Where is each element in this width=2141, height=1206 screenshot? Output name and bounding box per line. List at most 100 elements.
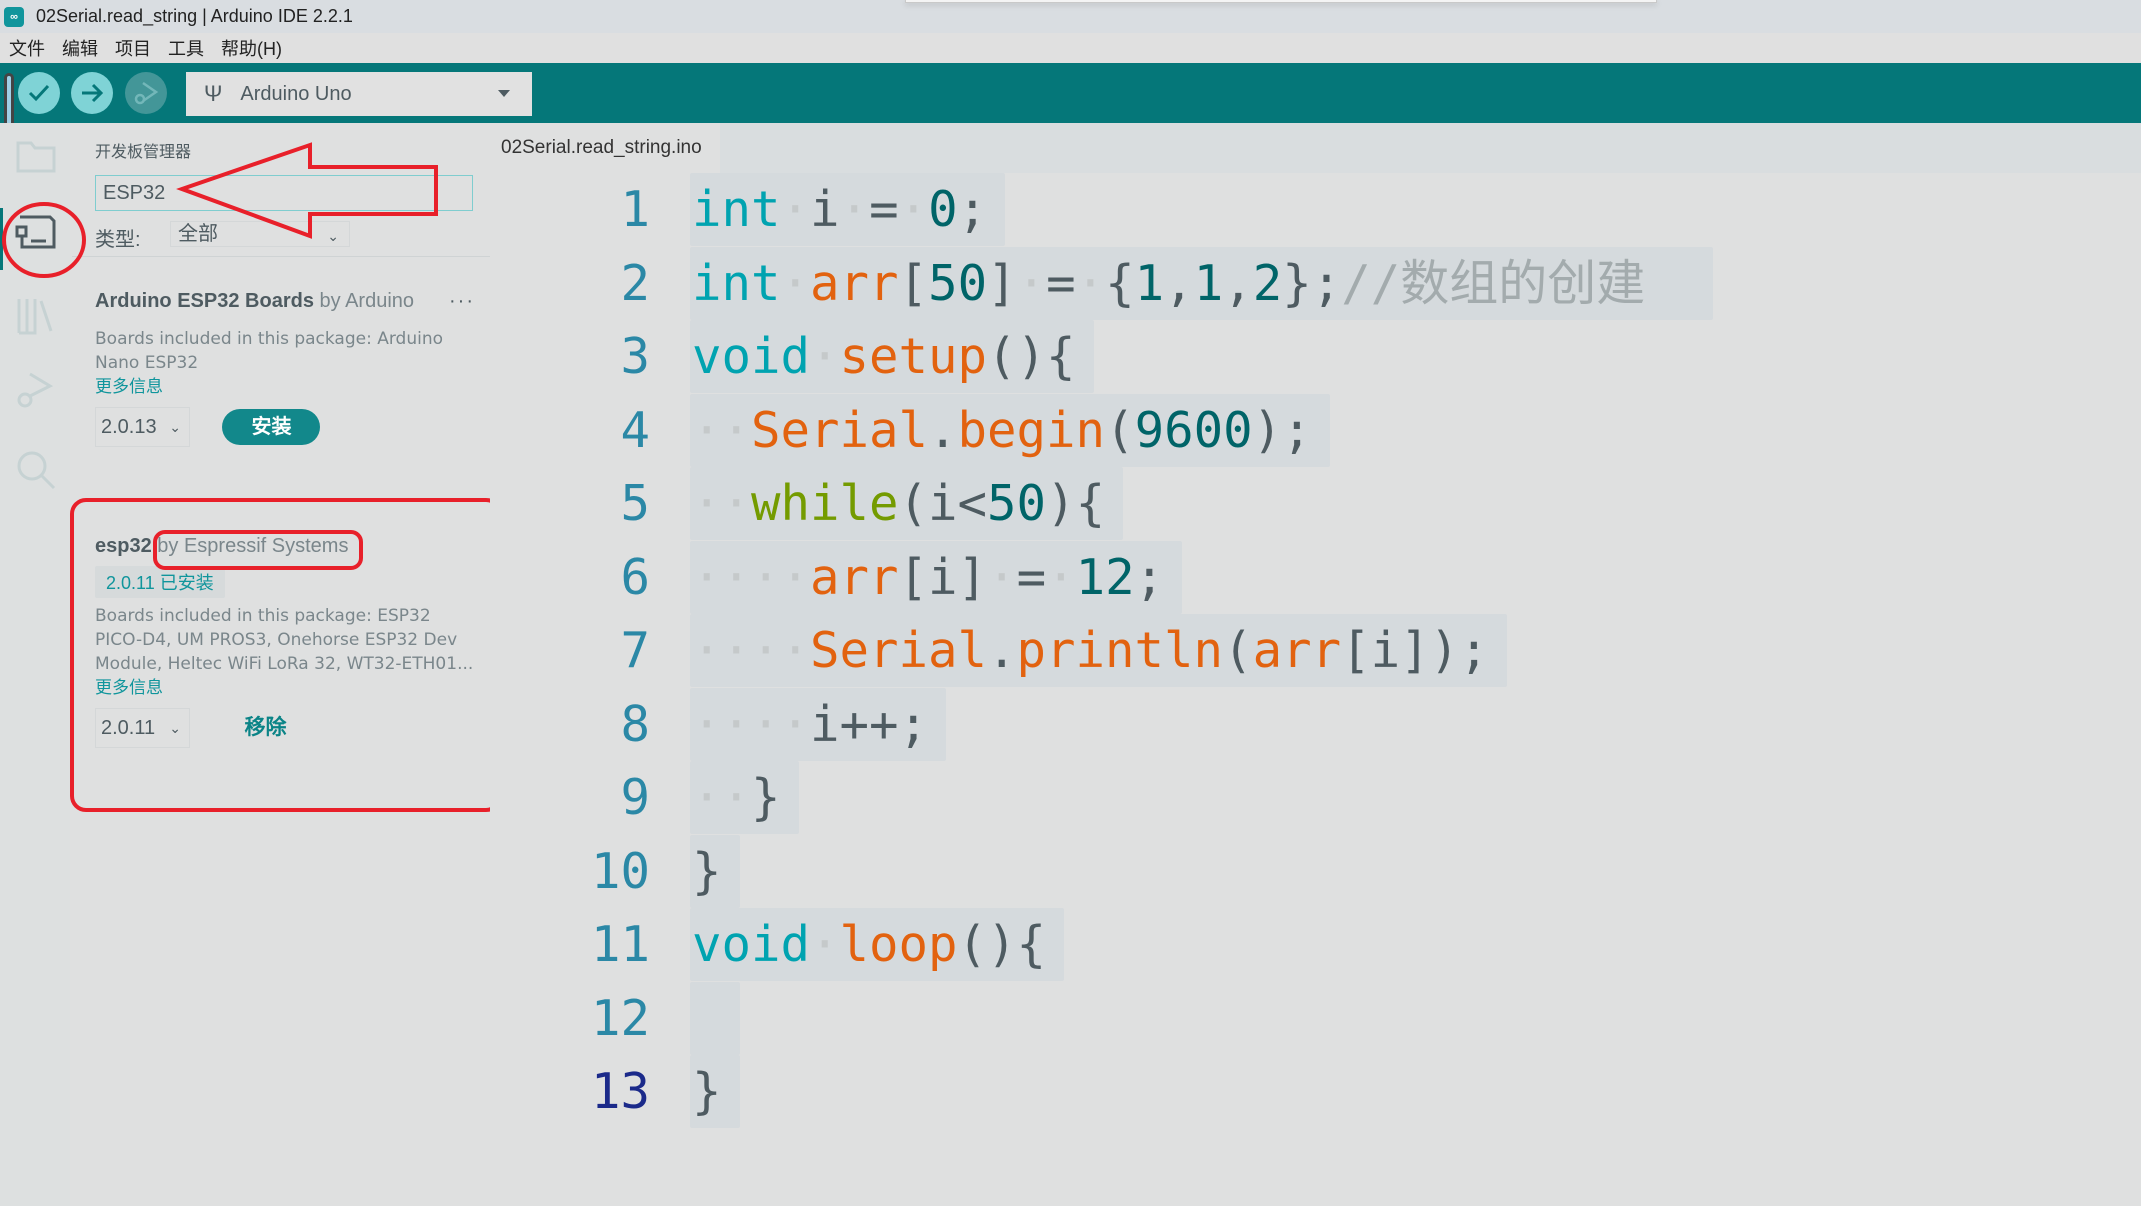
code-token-ws: · bbox=[839, 181, 870, 238]
code-token-ctrl: while bbox=[751, 475, 899, 532]
annotation-box-author bbox=[153, 530, 363, 570]
code-token-kw: int bbox=[692, 181, 781, 238]
code-text: ····i++; bbox=[692, 688, 928, 761]
code-token-op: }; bbox=[1282, 254, 1342, 312]
code-token-num: 12 bbox=[1075, 548, 1135, 606]
line-highlight bbox=[690, 981, 740, 1055]
code-token-ws: · bbox=[1046, 548, 1076, 606]
line-number: 9 bbox=[620, 769, 650, 826]
code-token-num: 1 bbox=[1134, 254, 1165, 312]
code-token-op: (i< bbox=[898, 475, 988, 532]
code-token-op: ( bbox=[1223, 622, 1253, 679]
code-token-op: = bbox=[1046, 254, 1076, 312]
code-token-ws: · bbox=[1016, 254, 1047, 312]
code-token-num: 0 bbox=[928, 181, 958, 238]
code-token-fn: arr bbox=[1252, 622, 1342, 679]
code-line[interactable]: 2 int·arr[50]·=·{1,1,2};//数组的创建 bbox=[490, 246, 2141, 320]
code-token-op: . bbox=[987, 622, 1017, 679]
code-token-kw: void bbox=[692, 916, 811, 973]
line-number: 3 bbox=[620, 328, 650, 385]
annotation-box-package bbox=[70, 498, 502, 812]
annotation-arrow bbox=[176, 142, 438, 239]
code-line[interactable]: 3 void·setup(){ bbox=[490, 320, 2141, 393]
code-token-ws: · bbox=[780, 181, 811, 238]
code-token-op: , bbox=[1164, 254, 1194, 312]
code-text: void·loop(){ bbox=[692, 908, 1046, 981]
code-text: ··} bbox=[692, 761, 781, 834]
line-number: 2 bbox=[620, 254, 650, 312]
code-token-op: ( bbox=[1105, 401, 1135, 459]
code-token-op: = bbox=[869, 181, 899, 238]
code-token-ws: ·· bbox=[692, 475, 752, 532]
code-token-fn: Serial bbox=[751, 401, 929, 459]
line-number: 11 bbox=[590, 916, 650, 973]
code-token-num: 2 bbox=[1252, 254, 1283, 312]
code-token-op: i bbox=[810, 181, 840, 238]
code-token-ws: · bbox=[987, 548, 1017, 606]
code-token-ws: · bbox=[780, 254, 811, 312]
code-line[interactable]: 13} bbox=[490, 1055, 2141, 1128]
line-number: 10 bbox=[590, 842, 650, 900]
code-token-ws: ·· bbox=[692, 769, 752, 826]
code-text: ··while(i<50){ bbox=[692, 467, 1105, 540]
code-token-fn: arr bbox=[810, 548, 899, 606]
code-token-op: (){ bbox=[957, 916, 1047, 973]
code-token-op: } bbox=[751, 769, 781, 826]
code-token-ws: · bbox=[810, 328, 840, 385]
code-line[interactable]: 6 ····arr[i]·=·12; bbox=[490, 540, 2141, 614]
code-token-op: { bbox=[1105, 254, 1135, 312]
code-token-op: [i]); bbox=[1341, 622, 1489, 679]
code-text: ····Serial.println(arr[i]); bbox=[692, 614, 1489, 687]
line-number: 8 bbox=[620, 695, 650, 753]
code-line[interactable]: 11 void·loop(){ bbox=[490, 908, 2141, 981]
code-text: ··Serial.begin(9600); bbox=[692, 394, 1312, 467]
code-token-cmt: //数组的创建 bbox=[1341, 254, 1646, 312]
code-token-op: = bbox=[1016, 548, 1047, 606]
code-token-op: ; bbox=[1134, 548, 1165, 606]
code-text: int·i·=·0; bbox=[692, 173, 987, 246]
code-text: } bbox=[692, 1055, 722, 1128]
code-line[interactable]: 5 ··while(i<50){ bbox=[490, 467, 2141, 540]
code-token-fn: setup bbox=[839, 328, 988, 385]
code-token-op: } bbox=[692, 842, 722, 900]
code-token-kw: int bbox=[692, 254, 781, 312]
code-line[interactable]: 8 ····i++; bbox=[490, 687, 2141, 761]
annotation-circle bbox=[2, 202, 86, 278]
code-token-num: 50 bbox=[928, 254, 988, 312]
tab-sketch[interactable]: 02Serial.read_string.ino bbox=[490, 123, 720, 173]
line-number: 12 bbox=[590, 989, 650, 1047]
code-text: int·arr[50]·=·{1,1,2};//数组的创建 bbox=[692, 247, 1645, 320]
code-line[interactable]: 1 int·i·=·0; bbox=[490, 173, 2141, 246]
code-token-op: i++; bbox=[810, 695, 929, 753]
code-token-ws: · bbox=[810, 916, 840, 973]
code-token-ws: · bbox=[1075, 254, 1106, 312]
code-token-op: } bbox=[692, 1063, 722, 1120]
code-text: } bbox=[692, 835, 722, 908]
code-text: ····arr[i]·=·12; bbox=[692, 541, 1164, 614]
code-area[interactable]: 1 int·i·=·0; 2 int·arr[50]·=·{1,1,2};//数组的创… bbox=[490, 173, 2141, 1206]
code-token-op: [i] bbox=[898, 548, 988, 606]
line-number: 7 bbox=[620, 622, 650, 679]
code-line[interactable]: 4 ··Serial.begin(9600); bbox=[490, 393, 2141, 467]
tab-strip: 02Serial.read_string.ino bbox=[490, 123, 2141, 173]
code-token-ws: ···· bbox=[692, 622, 811, 679]
code-token-kw: void bbox=[692, 328, 811, 385]
code-token-op: ){ bbox=[1046, 475, 1106, 532]
code-token-fn: loop bbox=[839, 916, 958, 973]
code-line[interactable]: 7 ····Serial.println(arr[i]); bbox=[490, 614, 2141, 687]
code-token-op: ; bbox=[957, 181, 988, 238]
code-token-ws: · bbox=[898, 181, 929, 238]
code-line[interactable]: 12 bbox=[490, 981, 2141, 1055]
code-token-op: ] bbox=[987, 254, 1017, 312]
code-line[interactable]: 9 ··} bbox=[490, 761, 2141, 834]
code-token-fn: println bbox=[1016, 622, 1224, 679]
code-token-num: 1 bbox=[1193, 254, 1224, 312]
code-text: void·setup(){ bbox=[692, 320, 1076, 393]
code-line[interactable]: 10} bbox=[490, 834, 2141, 908]
code-token-op: ); bbox=[1252, 401, 1312, 459]
code-token-ws: ···· bbox=[692, 548, 811, 606]
code-token-op: , bbox=[1223, 254, 1253, 312]
code-token-op: (){ bbox=[987, 328, 1076, 385]
line-number: 4 bbox=[620, 401, 650, 459]
line-number: 13 bbox=[590, 1063, 650, 1120]
